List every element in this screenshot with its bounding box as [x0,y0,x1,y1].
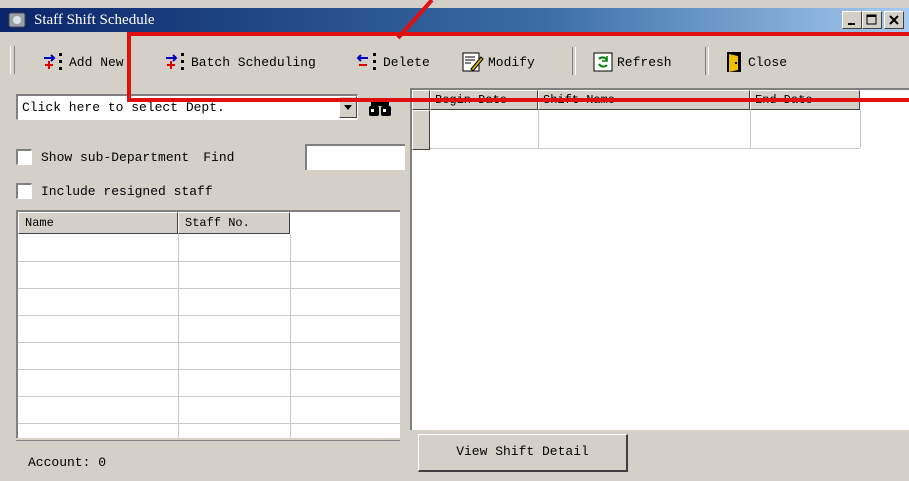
add-new-button[interactable]: Add New [42,50,124,74]
view-shift-detail-button[interactable]: View Shift Detail [418,434,628,472]
grid-line [18,396,400,397]
application-window: Staff Shift Schedule Add New Batch Sched… [0,0,909,481]
maximize-button[interactable] [862,11,882,29]
delete-icon [356,53,376,70]
delete-button[interactable]: Delete [356,50,430,74]
modify-icon [462,52,484,72]
account-count: Account: 0 [28,455,107,470]
toolbar-grip[interactable] [10,46,15,74]
find-input[interactable] [305,144,405,170]
grid-line [18,315,400,316]
include-resigned-label: Include resigned staff [41,183,213,199]
add-new-icon [44,53,62,70]
toolbar: Add New Batch Scheduling Delete Modify R… [0,34,909,82]
exit-door-icon [727,52,741,72]
app-icon [8,12,26,28]
shift-grid[interactable]: Begin Date Shift Name End Date [410,88,909,430]
close-window-button[interactable] [884,11,904,29]
column-header-shift-name[interactable]: Shift Name [538,90,750,110]
modify-button[interactable]: Modify [461,50,535,74]
shift-panel: Begin Date Shift Name End Date View Shif… [410,86,909,481]
column-header-begin-date[interactable]: Begin Date [430,90,538,110]
chevron-down-icon [344,105,352,110]
refresh-icon [593,52,613,72]
toolbar-separator [572,47,576,75]
grid-line [18,342,400,343]
close-button[interactable]: Close [725,50,787,74]
grid-line [860,110,861,148]
window-title: Staff Shift Schedule [34,12,155,28]
grid-line [290,234,291,438]
toolbar-separator [705,47,709,75]
close-icon [889,15,899,25]
title-bar: Staff Shift Schedule [0,8,909,32]
dept-select-value: Click here to select Dept. [22,100,225,115]
column-header-name[interactable]: Name [18,212,178,234]
column-header-end-date[interactable]: End Date [750,90,860,110]
modify-label: Modify [488,54,535,70]
row-header[interactable] [412,110,430,150]
grid-line [18,369,400,370]
refresh-label: Refresh [617,54,672,70]
show-sub-department-box[interactable] [16,149,32,165]
binoculars-icon [369,99,391,116]
minimize-icon [848,23,855,25]
status-bar: Account: 0 [16,440,400,477]
include-resigned-checkbox[interactable]: Include resigned staff [16,183,213,199]
grid-line [18,261,400,262]
column-header-staff-no[interactable]: Staff No. [178,212,290,234]
batch-scheduling-icon [166,53,184,70]
batch-scheduling-button[interactable]: Batch Scheduling [164,50,316,74]
grid-line [18,423,400,424]
delete-label: Delete [383,54,430,70]
batch-scheduling-label: Batch Scheduling [191,54,316,70]
show-sub-department-label: Show sub-Department [41,149,190,165]
staff-panel: Click here to select Dept. Show sub-Depa… [0,86,405,481]
staff-grid[interactable]: Name Staff No. [16,210,400,438]
grid-corner [412,90,430,110]
dept-dropdown-button[interactable] [339,96,357,118]
find-dept-button[interactable] [362,94,398,120]
dept-select[interactable]: Click here to select Dept. [16,94,358,120]
grid-line [750,110,751,148]
add-new-label: Add New [69,54,124,70]
grid-line [178,234,179,438]
maximize-icon [866,14,877,25]
include-resigned-box[interactable] [16,183,32,199]
grid-line [538,110,539,148]
show-sub-department-checkbox[interactable]: Show sub-Department Find [16,149,234,165]
refresh-button[interactable]: Refresh [592,50,672,74]
close-label: Close [748,54,788,70]
grid-line [430,148,860,149]
grid-line [18,288,400,289]
minimize-button[interactable] [842,11,862,29]
find-label: Find [203,149,235,165]
